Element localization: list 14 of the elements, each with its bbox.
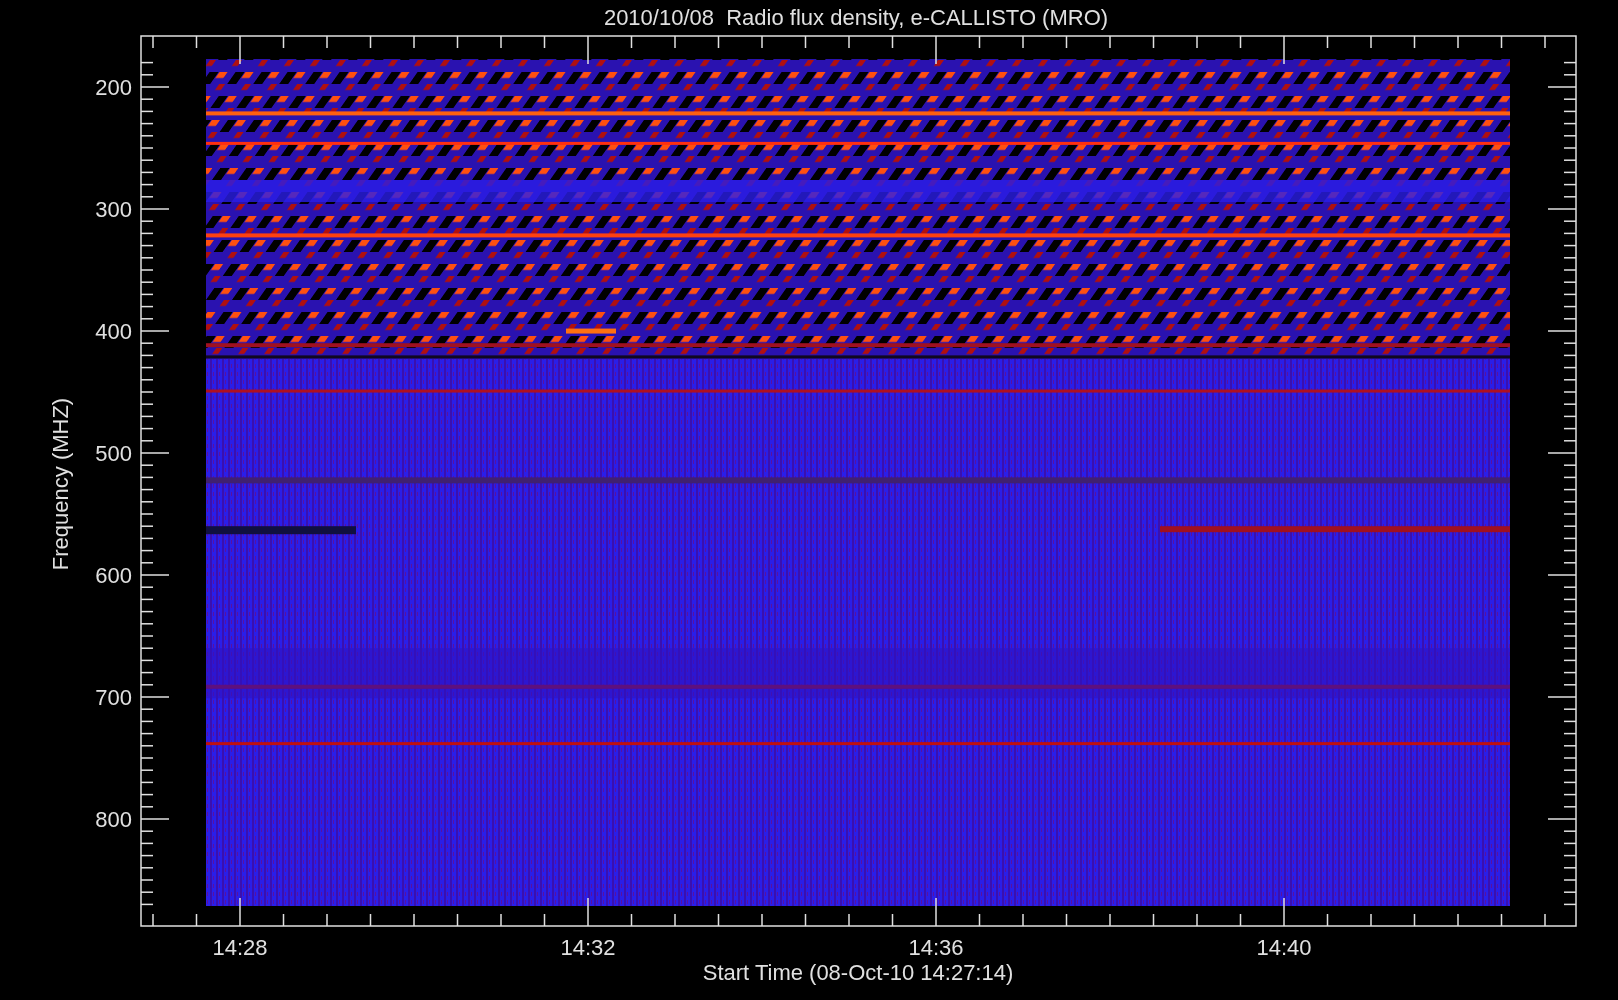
y-tick-label: 500 [95,441,132,466]
plot-title: 2010/10/08 Radio flux density, e-CALLISTO (MRO) [603,5,1109,30]
x-tick-label: 14:36 [908,935,964,960]
y-tick-label: 600 [95,563,132,588]
y-tick-label: 200 [95,75,132,100]
y-axis-label: Frequency (MHZ) [48,397,73,571]
y-tick-label: 800 [95,807,132,832]
x-axis-label: Start Time (08-Oct-10 14:27:14) [702,960,1014,985]
y-tick-label: 400 [95,319,132,344]
x-tick-label: 14:28 [212,935,268,960]
x-tick-label: 14:40 [1256,935,1312,960]
y-tick-label: 300 [95,197,132,222]
y-tick-label: 700 [95,685,132,710]
x-tick-label: 14:32 [560,935,616,960]
